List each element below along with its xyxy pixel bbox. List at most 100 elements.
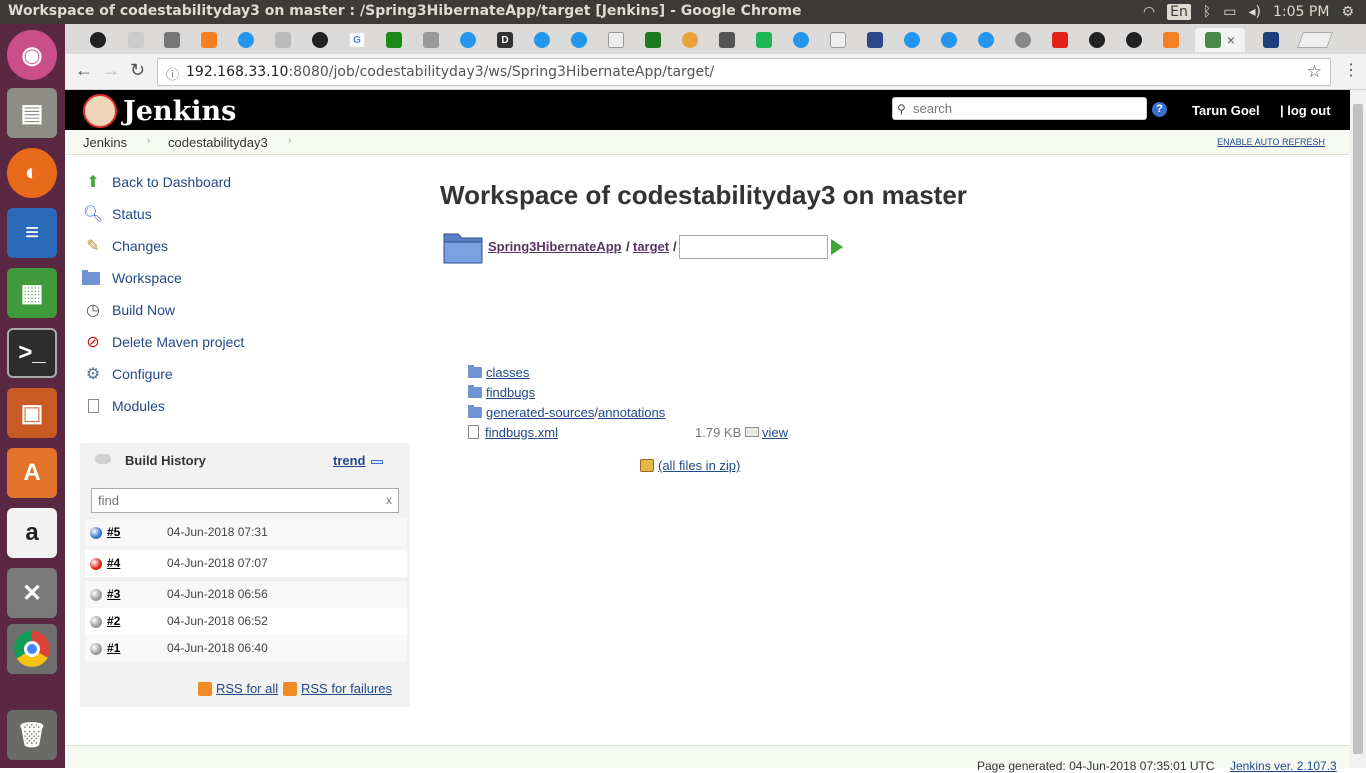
tab-github[interactable] <box>85 28 111 52</box>
zip-download-link[interactable]: (all files in zip) <box>640 458 740 473</box>
trend-icon[interactable] <box>371 460 383 464</box>
task-back-to-dashboard[interactable]: ⬆ Back to Dashboard <box>82 170 231 194</box>
task-label[interactable]: Build Now <box>112 302 175 318</box>
url-text[interactable]: 192.168.33.10:8080/job/codestabilityday3… <box>186 64 714 80</box>
build-row[interactable]: #1 04-Jun-2018 06:40 <box>85 635 407 662</box>
ubuntu-dash-icon[interactable]: ◉ <box>7 30 57 80</box>
user-link[interactable]: Tarun Goel <box>1192 103 1260 118</box>
breadcrumb-job[interactable]: codestabilityday3 <box>168 135 268 150</box>
tab-jenkins[interactable] <box>677 28 703 52</box>
info-icon[interactable]: ⓘ <box>166 64 179 83</box>
tab-stackoverflow[interactable] <box>196 28 222 52</box>
task-label[interactable]: Status <box>112 206 152 222</box>
breadcrumb-separator[interactable]: › <box>288 135 291 146</box>
task-changes[interactable]: ✎ Changes <box>82 234 168 258</box>
path-pattern-input[interactable] <box>679 235 828 259</box>
scrollbar-thumb[interactable] <box>1353 104 1363 754</box>
tab-grey[interactable] <box>1010 28 1036 52</box>
path-target-link[interactable]: target <box>633 239 669 254</box>
tab-d[interactable]: D <box>492 28 518 52</box>
tab-docker-4[interactable] <box>566 28 592 52</box>
tab-docker-7[interactable] <box>936 28 962 52</box>
tab-gmail[interactable] <box>123 28 149 52</box>
libreoffice-calc-icon[interactable]: ▦ <box>7 268 57 318</box>
tab-doc-2[interactable] <box>825 28 851 52</box>
dir-link[interactable]: classes <box>486 365 529 380</box>
tab-docker[interactable] <box>233 28 259 52</box>
build-number-link[interactable]: #4 <box>107 556 120 570</box>
tab-docker-2[interactable] <box>455 28 481 52</box>
tab-github-4[interactable] <box>1121 28 1147 52</box>
breadcrumb-separator[interactable]: › <box>147 135 150 146</box>
view-icon[interactable] <box>745 427 759 437</box>
build-row[interactable]: #4 04-Jun-2018 07:07 <box>85 550 407 577</box>
tab-active-jenkins-workspace[interactable]: × <box>1195 28 1245 52</box>
power-gear-icon[interactable]: ⚙ <box>1341 4 1354 20</box>
tab-green[interactable] <box>640 28 666 52</box>
tab-github-3[interactable] <box>1084 28 1110 52</box>
rss-failures-label[interactable]: RSS for failures <box>301 681 392 696</box>
file-link[interactable]: findbugs.xml <box>485 425 558 440</box>
build-date[interactable]: 04-Jun-2018 06:56 <box>167 587 268 601</box>
task-label[interactable]: Delete Maven project <box>112 334 244 350</box>
task-status[interactable]: 🔍︎ Status <box>82 202 152 226</box>
tab-cube[interactable] <box>751 28 777 52</box>
libreoffice-writer-icon[interactable]: ≡ <box>7 208 57 258</box>
build-number-link[interactable]: #3 <box>107 587 120 601</box>
system-settings-icon[interactable]: ✕ <box>7 568 57 618</box>
build-row[interactable]: #2 04-Jun-2018 06:52 <box>85 608 407 635</box>
build-date[interactable]: 04-Jun-2018 07:31 <box>167 525 268 539</box>
rss-all-label[interactable]: RSS for all <box>216 681 278 696</box>
tab-docker-5[interactable] <box>788 28 814 52</box>
jenkins-version-link[interactable]: Jenkins ver. 2.107.3 <box>1230 759 1337 773</box>
dir-entry-findbugs[interactable]: findbugs <box>468 383 535 401</box>
trash-icon[interactable]: 🗑 <box>7 710 57 760</box>
task-label[interactable]: Back to Dashboard <box>112 174 231 190</box>
tab-gmail-2[interactable] <box>270 28 296 52</box>
software-center-icon[interactable]: A <box>7 448 57 498</box>
tab-x[interactable] <box>1258 28 1284 52</box>
tab-docker-3[interactable] <box>529 28 555 52</box>
logout-link[interactable]: | log out <box>1280 103 1331 118</box>
terminal-icon[interactable]: >_ <box>7 328 57 378</box>
volume-icon[interactable]: ◂) <box>1249 4 1262 20</box>
firefox-icon[interactable]: ◐ <box>7 148 57 198</box>
tab-ul[interactable] <box>862 28 888 52</box>
tab-youtube[interactable] <box>1047 28 1073 52</box>
zip-link-label[interactable]: (all files in zip) <box>658 458 740 473</box>
task-build-now[interactable]: ◷ Build Now <box>82 298 175 322</box>
tab-stackoverflow-2[interactable] <box>1158 28 1184 52</box>
task-workspace[interactable]: Workspace <box>82 266 182 290</box>
build-number-link[interactable]: #1 <box>107 641 120 655</box>
tab-doc[interactable] <box>603 28 629 52</box>
build-date[interactable]: 04-Jun-2018 06:52 <box>167 614 268 628</box>
clear-filter-button[interactable]: x <box>386 493 392 507</box>
bookmark-star-icon[interactable]: ☆ <box>1307 62 1322 82</box>
view-link[interactable]: view <box>762 425 788 440</box>
tab-close-icon[interactable]: × <box>1227 32 1235 48</box>
dir-entry-classes[interactable]: classes <box>468 363 529 381</box>
tab-site[interactable] <box>159 28 185 52</box>
libreoffice-impress-icon[interactable]: ▣ <box>7 388 57 438</box>
task-label[interactable]: Configure <box>112 366 173 382</box>
tab-docker-6[interactable] <box>899 28 925 52</box>
build-number-link[interactable]: #2 <box>107 614 120 628</box>
task-label[interactable]: Workspace <box>112 270 182 286</box>
battery-icon[interactable]: ▭ <box>1223 4 1236 20</box>
task-configure[interactable]: ⚙ Configure <box>82 362 173 386</box>
enable-auto-refresh-link[interactable]: ENABLE AUTO REFRESH <box>1217 137 1325 147</box>
files-icon[interactable]: ▤ <box>7 88 57 138</box>
amazon-icon[interactable]: a <box>7 508 57 558</box>
rss-failures-link[interactable]: RSS for failures <box>283 681 392 696</box>
task-label[interactable]: Changes <box>112 238 168 254</box>
dir-link[interactable]: findbugs <box>486 385 535 400</box>
chrome-icon[interactable] <box>7 624 57 674</box>
tab-app[interactable] <box>381 28 407 52</box>
tab-google[interactable]: G <box>344 28 370 52</box>
trend-link[interactable]: trend <box>333 453 366 468</box>
wifi-icon[interactable]: ◠ <box>1143 4 1155 20</box>
keyboard-layout-indicator[interactable]: En <box>1167 4 1191 20</box>
bluetooth-icon[interactable]: ᛒ <box>1203 4 1211 20</box>
tab-docker-8[interactable] <box>973 28 999 52</box>
task-label[interactable]: Modules <box>112 398 165 414</box>
